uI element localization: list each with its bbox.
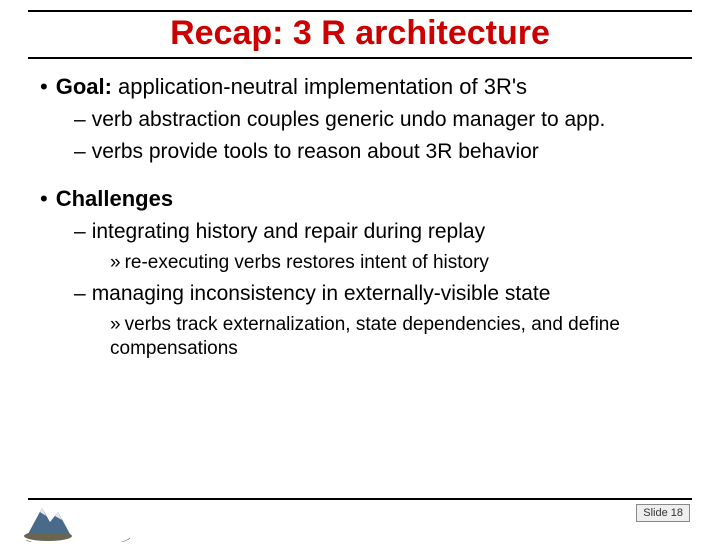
bullet-challenges: • Challenges	[40, 185, 692, 213]
challenges-lead: Challenges	[56, 186, 173, 211]
roc-logo	[22, 502, 142, 542]
slide: Recap: 3 R architecture • Goal: applicati…	[0, 10, 720, 550]
goal-lead: Goal:	[56, 74, 112, 99]
bullet-dot-icon: •	[40, 186, 48, 211]
challenge-1-text: integrating history and repair during re…	[92, 220, 485, 243]
bullet-challenge-2a: »verbs track externalization, state depe…	[110, 313, 692, 361]
goal-sub2-text: verbs provide tools to reason about 3R b…	[92, 140, 539, 163]
challenge-2-text: managing inconsistency in externally-vis…	[92, 282, 551, 305]
bullet-challenge-1a: »re-executing verbs restores intent of h…	[110, 251, 692, 275]
goal-text: application-neutral implementation of 3R…	[112, 74, 527, 99]
bullet-goal: • Goal: application-neutral implementatio…	[40, 73, 692, 101]
mountain-logo-icon	[22, 502, 142, 542]
bullet-goal-sub2: –verbs provide tools to reason about 3R …	[74, 139, 692, 165]
slide-body: • Goal: application-neutral implementatio…	[40, 73, 692, 360]
bullet-challenge-1: –integrating history and repair during r…	[74, 219, 692, 245]
dash-icon: –	[74, 220, 86, 243]
challenge-1a-text: re-executing verbs restores intent of hi…	[125, 252, 489, 273]
title-rule-box: Recap: 3 R architecture	[28, 10, 692, 59]
bullet-dot-icon: •	[40, 74, 48, 99]
dash-icon: –	[74, 108, 86, 131]
dash-icon: –	[74, 140, 86, 163]
challenge-2a-text: verbs track externalization, state depen…	[110, 314, 620, 359]
arrow-icon: »	[110, 314, 121, 335]
dash-icon: –	[74, 282, 86, 305]
bullet-goal-sub1: –verb abstraction couples generic undo m…	[74, 107, 692, 133]
arrow-icon: »	[110, 252, 121, 273]
footer-rule	[28, 498, 692, 500]
bullet-challenge-2: –managing inconsistency in externally-vi…	[74, 281, 692, 307]
goal-sub1-text: verb abstraction couples generic undo ma…	[92, 108, 606, 131]
slide-number: Slide 18	[643, 507, 683, 519]
slide-title: Recap: 3 R architecture	[28, 14, 692, 53]
slide-number-box: Slide 18	[636, 504, 690, 522]
